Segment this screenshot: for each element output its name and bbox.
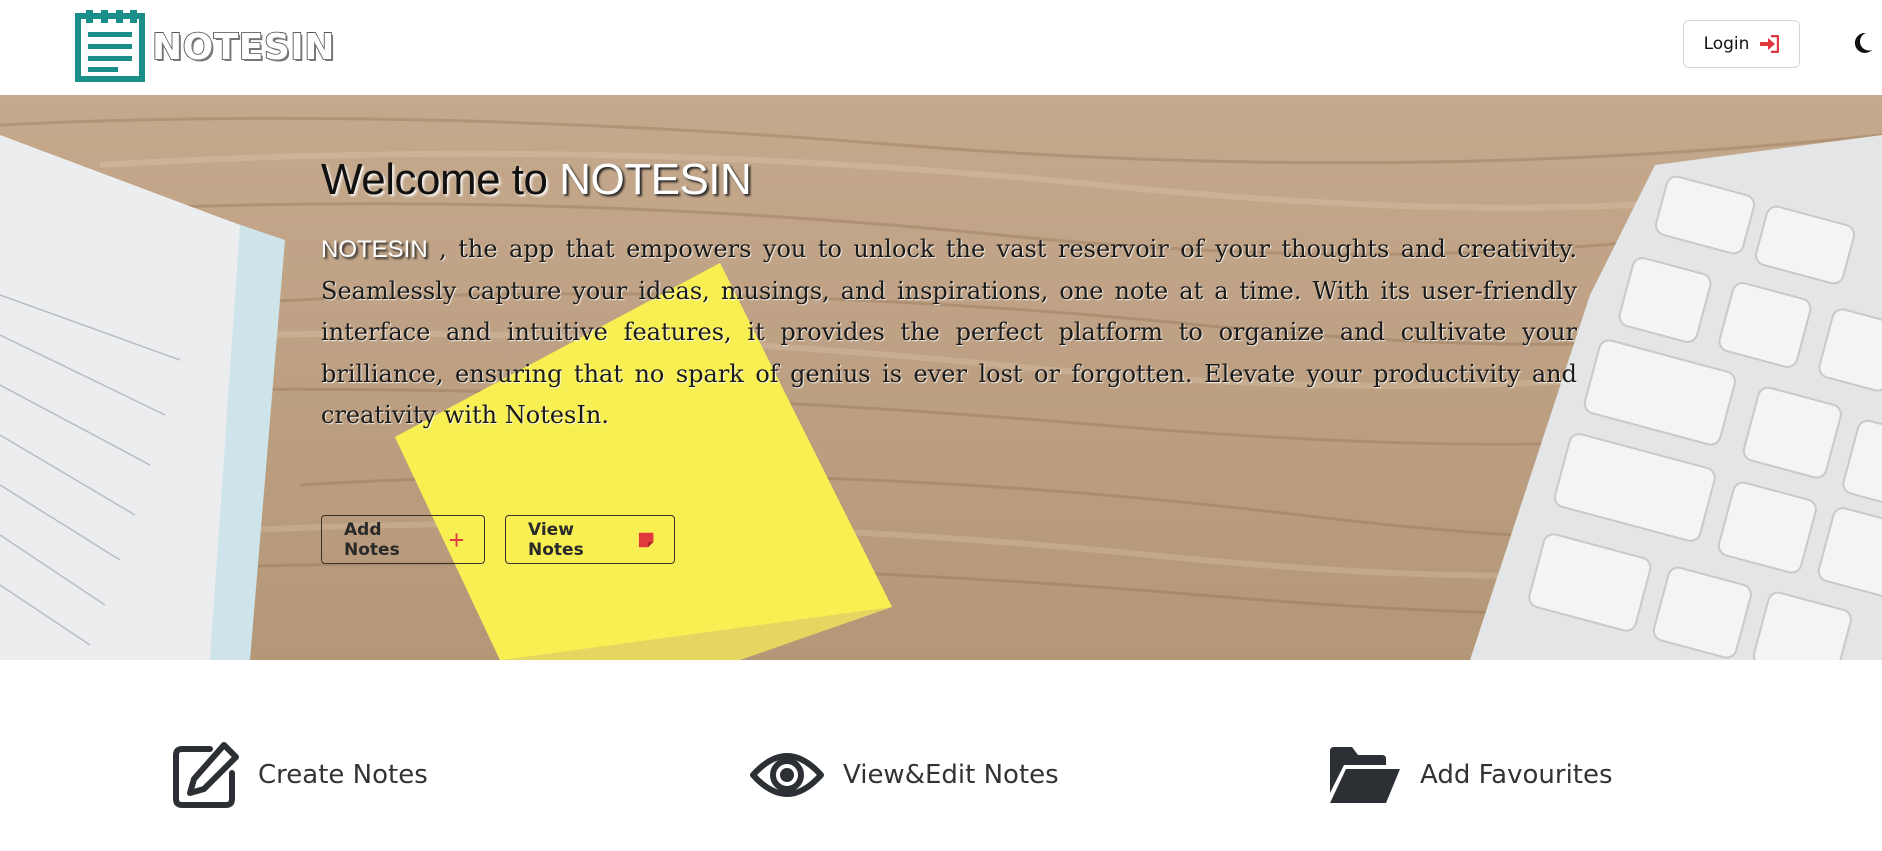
view-notes-button[interactable]: View Notes: [505, 515, 675, 564]
feature-view-edit-notes: View&Edit Notes: [749, 741, 1059, 809]
brand-name: NOTESIN: [151, 27, 335, 68]
view-notes-label: View Notes: [528, 519, 584, 560]
eye-icon: [750, 753, 824, 797]
feature-label: Add Favourites: [1420, 760, 1613, 790]
add-notes-button[interactable]: Add Notes: [321, 515, 485, 564]
hero-title-accent: NOTESIN: [559, 155, 752, 204]
plus-icon: [449, 532, 464, 547]
hero-title-prefix: Welcome to: [321, 155, 560, 204]
feature-label: View&Edit Notes: [843, 760, 1059, 790]
brand-logo[interactable]: NOTESIN: [74, 8, 335, 82]
hero-desc-text: , the app that empowers you to unlock th…: [321, 235, 1577, 429]
hero-title: Welcome to NOTESIN: [321, 155, 752, 205]
edit-icon: [173, 742, 239, 808]
hero-banner: Welcome to NOTESIN NOTESIN , the app tha…: [0, 95, 1882, 660]
login-label: Login: [1703, 34, 1750, 54]
folder-open-icon: [1330, 747, 1400, 803]
feature-label: Create Notes: [258, 760, 428, 790]
feature-create-notes: Create Notes: [172, 741, 428, 809]
hero-description: NOTESIN , the app that empowers you to u…: [321, 229, 1577, 437]
navbar: NOTESIN Login: [0, 0, 1882, 95]
feature-add-favourites: Add Favourites: [1326, 741, 1613, 809]
sign-in-icon: [1760, 35, 1780, 53]
notepad-icon: [75, 10, 145, 82]
sticky-note-icon: [638, 532, 654, 547]
add-notes-label: Add Notes: [344, 519, 400, 560]
hero-desc-brand: NOTESIN: [321, 236, 428, 263]
moon-icon[interactable]: [1852, 30, 1874, 56]
login-button[interactable]: Login: [1683, 20, 1800, 68]
